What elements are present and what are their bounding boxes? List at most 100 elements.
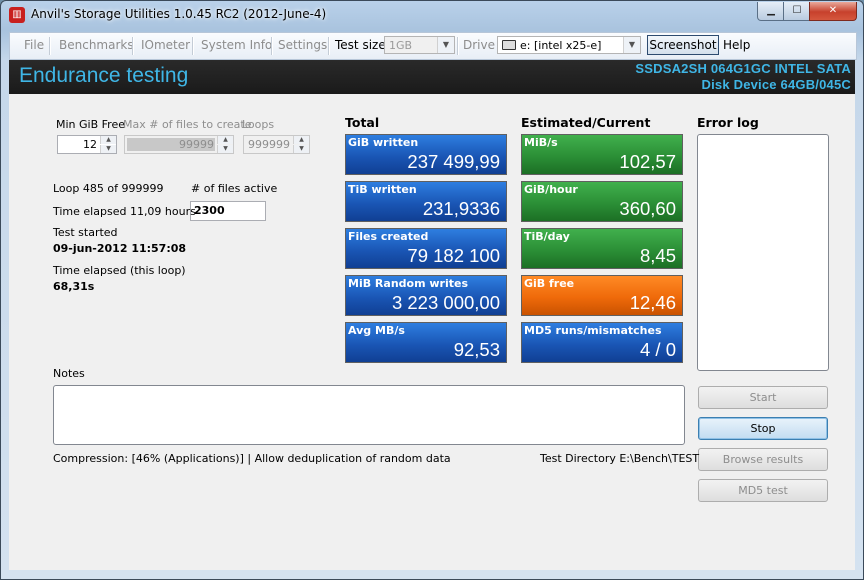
screenshot-button[interactable]: Screenshot	[647, 35, 719, 55]
app-icon[interactable]: ▥	[9, 7, 25, 23]
tile-value: 12,46	[629, 292, 676, 313]
menu-benchmarks[interactable]: Benchmarks	[59, 38, 134, 52]
device-name-line1: SSDSA2SH 064G1GC INTEL SATA	[635, 61, 851, 76]
max-files-label: Max # of files to create	[123, 118, 252, 131]
window-title: Anvil's Storage Utilities 1.0.45 RC2 (20…	[31, 7, 327, 21]
menu-separator	[271, 37, 273, 55]
tile-label: GiB written	[348, 136, 419, 149]
minimize-button[interactable]: ▁	[757, 2, 785, 21]
tile-label: Avg MB/s	[348, 324, 405, 337]
browse-results-button[interactable]: Browse results	[698, 448, 828, 471]
loop-status: Loop 485 of 999999	[53, 182, 164, 195]
page-title: Endurance testing	[19, 64, 189, 87]
tile-mib-random-writes: MiB Random writes 3 223 000,00	[345, 275, 507, 316]
menu-separator	[328, 37, 330, 55]
tile-value: 92,53	[453, 339, 500, 360]
tile-label: MD5 runs/mismatches	[524, 324, 662, 337]
device-name-line2: Disk Device 64GB/045C	[701, 77, 851, 92]
md5-test-button[interactable]: MD5 test	[698, 479, 828, 502]
tile-label: TiB written	[348, 183, 417, 196]
maximize-button[interactable]: ☐	[783, 2, 811, 21]
loops-spinner[interactable]: 999999 ▲ ▼	[243, 135, 310, 154]
tile-tib-written: TiB written 231,9336	[345, 181, 507, 222]
app-window: ▥ Anvil's Storage Utilities 1.0.45 RC2 (…	[0, 0, 864, 580]
tile-md5-runs: MD5 runs/mismatches 4 / 0	[521, 322, 683, 363]
tile-value: 231,9336	[422, 198, 500, 219]
notes-label: Notes	[53, 367, 85, 380]
menu-separator	[49, 37, 51, 55]
test-size-value: 1GB	[389, 39, 413, 52]
loops-value: 999999	[248, 138, 290, 151]
menu-settings[interactable]: Settings	[278, 38, 327, 52]
min-gib-free-label: Min GiB Free	[56, 118, 125, 131]
max-files-spinner[interactable]: 99999 ▲ ▼	[124, 135, 234, 154]
tile-gib-free: GiB free 12,46	[521, 275, 683, 316]
tile-value: 79 182 100	[407, 245, 500, 266]
stop-button[interactable]: Stop	[698, 417, 828, 440]
tile-mibps: MiB/s 102,57	[521, 134, 683, 175]
drive-value: e: [intel x25-e]	[520, 39, 602, 52]
tile-value: 8,45	[639, 245, 676, 266]
tile-label: MiB/s	[524, 136, 558, 149]
chevron-down-icon: ▼	[437, 37, 454, 53]
title-bar[interactable]: ▥ Anvil's Storage Utilities 1.0.45 RC2 (…	[1, 1, 863, 29]
tile-label: MiB Random writes	[348, 277, 469, 290]
tile-value: 237 499,99	[407, 151, 500, 172]
tile-label: GiB free	[524, 277, 575, 290]
min-gib-free-value: 12	[83, 138, 97, 151]
tile-gib-hour: GiB/hour 360,60	[521, 181, 683, 222]
tile-label: TiB/day	[524, 230, 570, 243]
tile-value: 4 / 0	[640, 339, 676, 360]
compression-info: Compression: [46% (Applications)] | Allo…	[53, 452, 451, 465]
start-button[interactable]: Start	[698, 386, 828, 409]
spin-down-icon[interactable]: ▼	[217, 145, 233, 153]
drive-icon	[502, 40, 516, 50]
menu-file[interactable]: File	[24, 38, 44, 52]
tile-value: 102,57	[619, 151, 676, 172]
tile-tib-day: TiB/day 8,45	[521, 228, 683, 269]
tile-label: Files created	[348, 230, 429, 243]
estimated-heading: Estimated/Current	[521, 115, 651, 130]
tile-value: 3 223 000,00	[391, 292, 500, 313]
test-directory: Test Directory E:\Bench\TEST	[540, 452, 700, 465]
page-header: Endurance testing SSDSA2SH 064G1GC INTEL…	[9, 60, 855, 94]
time-loop-label: Time elapsed (this loop)	[53, 264, 186, 277]
error-log-heading: Error log	[697, 115, 759, 130]
test-started-value: 09-jun-2012 11:57:08	[53, 242, 187, 255]
loops-label: Loops	[242, 118, 275, 131]
menu-iometer[interactable]: IOmeter	[141, 38, 190, 52]
total-heading: Total	[345, 115, 380, 130]
spin-up-icon[interactable]: ▲	[100, 136, 116, 144]
spin-down-icon[interactable]: ▼	[293, 145, 309, 153]
close-button[interactable]: ✕	[809, 2, 857, 21]
menu-system-info[interactable]: System Info	[201, 38, 272, 52]
tile-files-created: Files created 79 182 100	[345, 228, 507, 269]
menu-separator	[457, 37, 459, 55]
menu-separator	[192, 37, 194, 55]
spin-up-icon[interactable]: ▲	[293, 136, 309, 144]
menu-separator	[132, 37, 134, 55]
time-loop-value: 68,31s	[53, 280, 95, 293]
tile-label: GiB/hour	[524, 183, 578, 196]
files-active-field[interactable]: 2300	[190, 201, 266, 221]
files-active-label: # of files active	[191, 182, 278, 195]
tile-avg-mbps: Avg MB/s 92,53	[345, 322, 507, 363]
menu-help[interactable]: Help	[723, 38, 750, 52]
error-log-box[interactable]	[697, 134, 829, 371]
max-files-value: 99999	[179, 138, 214, 151]
test-size-label: Test size	[335, 38, 386, 52]
time-elapsed: Time elapsed 11,09 hours	[53, 205, 196, 218]
drive-select[interactable]: e: [intel x25-e] ▼	[497, 36, 641, 54]
test-size-select[interactable]: 1GB ▼	[384, 36, 455, 54]
spin-down-icon[interactable]: ▼	[100, 145, 116, 153]
menu-bar: File Benchmarks IOmeter System Info Sett…	[9, 32, 857, 60]
tile-value: 360,60	[619, 198, 676, 219]
main-panel: Min GiB Free 12 ▲ ▼ Max # of files to cr…	[9, 94, 855, 570]
chevron-down-icon: ▼	[623, 37, 640, 53]
drive-label: Drive	[463, 38, 495, 52]
spin-up-icon[interactable]: ▲	[217, 136, 233, 144]
tile-gib-written: GiB written 237 499,99	[345, 134, 507, 175]
notes-field[interactable]	[53, 385, 685, 445]
min-gib-free-spinner[interactable]: 12 ▲ ▼	[57, 135, 117, 154]
test-started-label: Test started	[53, 226, 118, 239]
